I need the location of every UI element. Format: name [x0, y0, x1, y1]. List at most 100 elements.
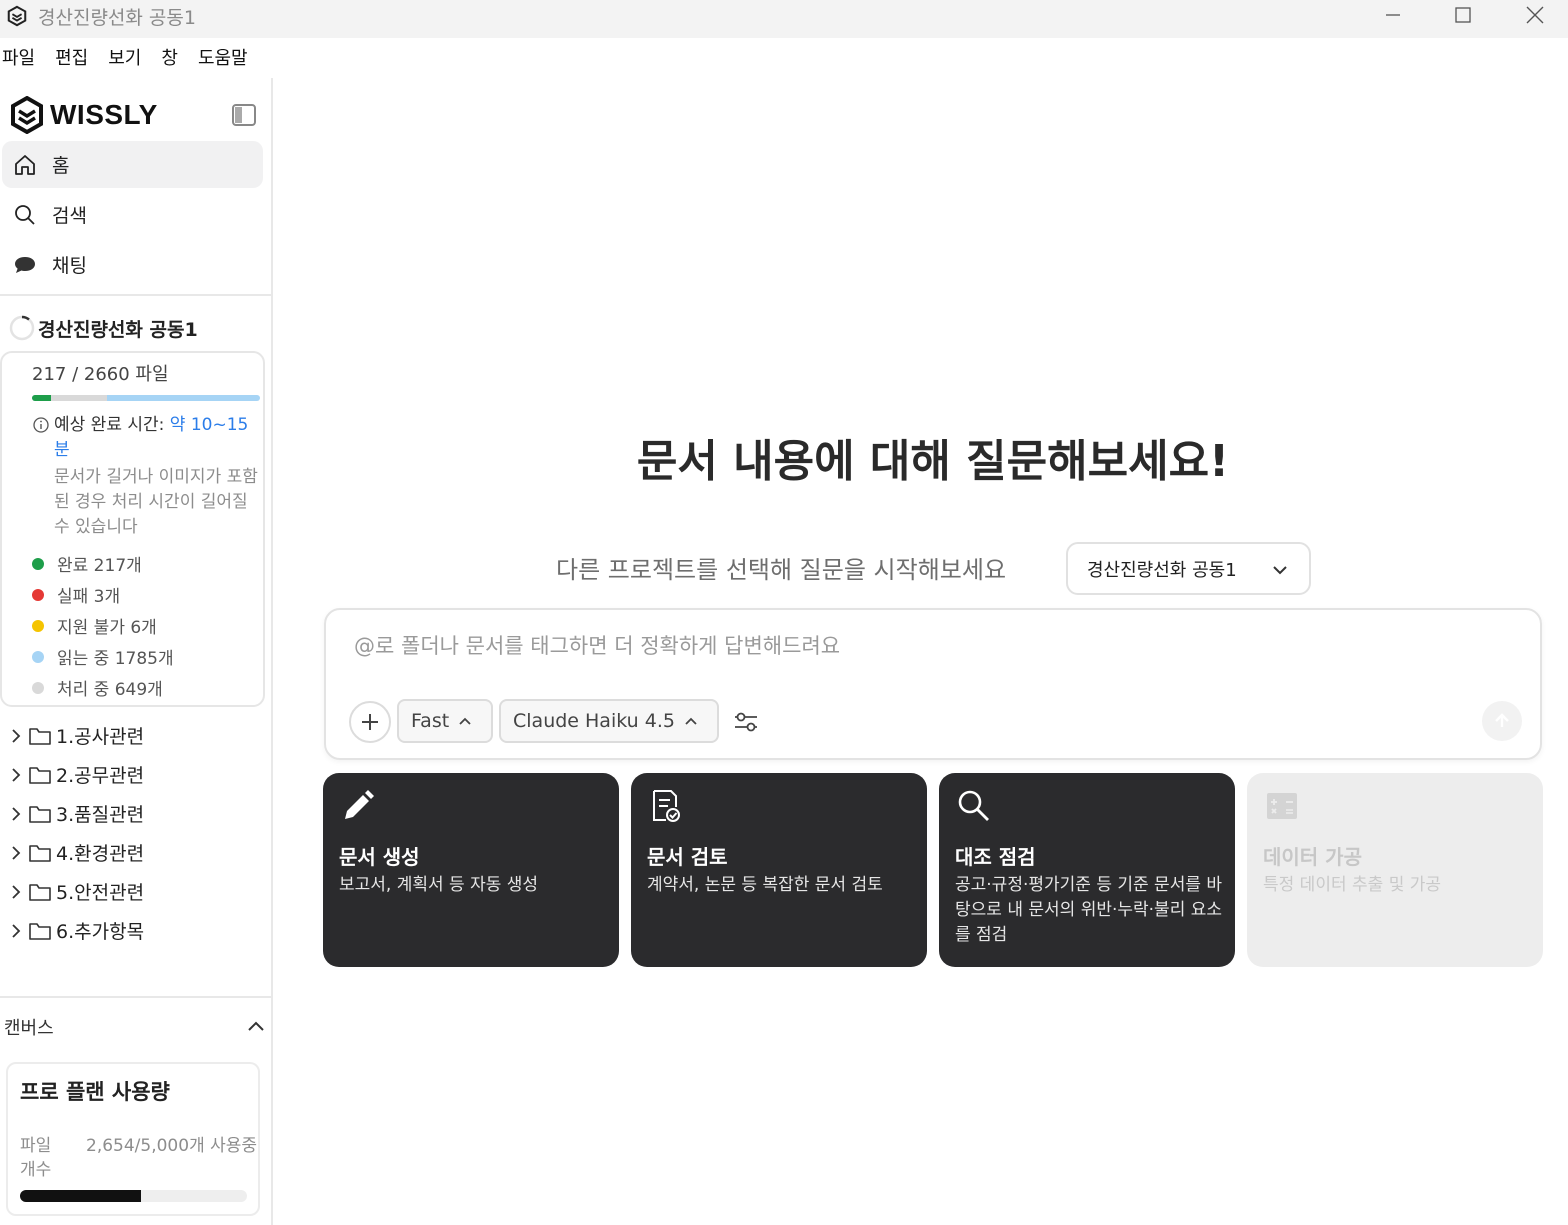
close-button[interactable] [1500, 0, 1568, 30]
project-name: 경산진량선화 공동1 [38, 318, 198, 341]
folder-label: 6.추가항목 [56, 921, 145, 943]
sidebar-divider [0, 996, 271, 998]
card-title: 문서 생성 [339, 845, 420, 869]
chevron-right-icon[interactable] [8, 883, 24, 901]
loading-spinner-icon [9, 315, 35, 341]
brand-name: WISSLY [50, 99, 158, 130]
menu-window[interactable]: 창 [159, 42, 188, 74]
canvas-section-header[interactable]: 캔버스 [4, 1014, 266, 1040]
menu-file[interactable]: 파일 [0, 42, 45, 74]
sidebar-item-search[interactable]: 검색 [2, 191, 263, 238]
legend-label: 실패 3개 [57, 587, 121, 607]
folder-icon [29, 766, 51, 784]
chevron-right-icon[interactable] [8, 766, 24, 784]
card-desc: 보고서, 계획서 등 자동 생성 [339, 875, 539, 895]
chevron-up-icon [459, 717, 471, 725]
status-dot [32, 650, 44, 663]
folder-icon [29, 727, 51, 745]
project-header[interactable]: 경산진량선화 공동1 [8, 314, 198, 342]
folder-label: 5.안전관련 [56, 882, 145, 904]
file-count: 217 / 2660 파일 [32, 364, 169, 385]
progress-done-segment [32, 395, 51, 401]
folder-item[interactable]: 1.공사관련 [8, 716, 144, 755]
sliders-icon[interactable] [732, 708, 760, 736]
send-button[interactable] [1482, 701, 1522, 741]
brand-logo[interactable]: WISSLY [10, 96, 158, 134]
maximize-icon [1455, 7, 1471, 23]
legend-item: 완료 217개 [32, 548, 174, 579]
chevron-right-icon[interactable] [8, 727, 24, 745]
mode-select[interactable]: Fast [397, 699, 493, 743]
folder-item[interactable]: 4.환경관련 [8, 833, 144, 872]
folder-icon [29, 922, 51, 940]
card-desc: 계약서, 논문 등 복잡한 문서 검토 [647, 875, 883, 895]
folder-icon [29, 883, 51, 901]
model-select[interactable]: Claude Haiku 4.5 [499, 699, 719, 743]
home-icon [12, 152, 38, 178]
minimize-button[interactable] [1358, 0, 1428, 30]
plan-usage-bar [20, 1190, 247, 1202]
search-icon [12, 202, 38, 228]
project-selector[interactable]: 경산진량선화 공동1 [1066, 542, 1311, 595]
menu-help[interactable]: 도움말 [196, 42, 258, 74]
folder-item[interactable]: 3.품질관련 [8, 794, 144, 833]
plan-usage-fill [20, 1190, 141, 1202]
sidebar-item-home[interactable]: 홈 [2, 141, 263, 188]
legend-item: 읽는 중 1785개 [32, 641, 174, 672]
plan-usage-value: 2,654/5,000개 사용중 [86, 1136, 258, 1156]
chevron-up-icon[interactable] [246, 1017, 266, 1037]
menu-view[interactable]: 보기 [106, 42, 151, 74]
sidebar-item-label: 채팅 [52, 255, 87, 277]
maximize-button[interactable] [1428, 0, 1498, 30]
folder-label: 4.환경관련 [56, 843, 145, 865]
page-heading: 문서 내용에 대해 질문해보세요! [636, 436, 1230, 487]
progress-pending-segment [50, 395, 107, 401]
legend-item: 실패 3개 [32, 579, 174, 610]
sidebar-nav: 홈 검색 채팅 [2, 141, 263, 291]
app-logo-icon [7, 5, 27, 27]
sidebar-item-label: 홈 [52, 155, 70, 177]
project-selector-value: 경산진량선화 공동1 [1087, 559, 1237, 581]
menu-edit[interactable]: 편집 [53, 42, 98, 74]
chevron-right-icon[interactable] [8, 922, 24, 940]
chevron-up-icon [685, 717, 697, 725]
status-dot [32, 681, 44, 694]
add-attachment-button[interactable] [349, 701, 391, 743]
sidebar-toggle-icon[interactable] [231, 102, 257, 128]
feature-card-compare[interactable]: 대조 점검 공고·규정·평가기준 등 기준 문서를 바탕으로 내 문서의 위반·… [939, 773, 1235, 967]
chevron-right-icon[interactable] [8, 844, 24, 862]
plus-icon [362, 714, 378, 730]
legend-item: 처리 중 649개 [32, 672, 174, 703]
eta-block: 예상 완료 시간: 약 10~15분 [32, 413, 262, 463]
sidebar-item-label: 검색 [52, 205, 87, 227]
sidebar-item-chat[interactable]: 채팅 [2, 241, 263, 288]
feature-card-generate[interactable]: 문서 생성 보고서, 계획서 등 자동 생성 [323, 773, 619, 967]
wissly-logo-icon [11, 96, 43, 134]
folder-label: 3.품질관련 [56, 804, 145, 826]
pencil-icon [345, 790, 374, 819]
indexing-status-card: 217 / 2660 파일 예상 완료 시간: 약 10~15분 문서가 길거나… [0, 351, 265, 707]
menu-bar: 파일 편집 보기 창 도움말 [0, 42, 266, 74]
folder-label: 2.공무관련 [56, 765, 145, 787]
sidebar-divider [0, 294, 271, 296]
plan-usage-card: 프로 플랜 사용량 파일 개수 2,654/5,000개 사용중 [6, 1062, 260, 1216]
feature-card-review[interactable]: 문서 검토 계약서, 논문 등 복잡한 문서 검토 [631, 773, 927, 967]
folder-label: 1.공사관련 [56, 726, 145, 748]
eta-label: 예상 완료 시간: [54, 415, 165, 435]
card-desc: 특정 데이터 추출 및 가공 [1263, 875, 1442, 895]
folder-tree: 1.공사관련 2.공무관련 3.품질관련 4.환경관련 5.안전관련 6.추가항… [8, 716, 144, 950]
arrow-up-icon [1495, 713, 1509, 727]
folder-item[interactable]: 6.추가항목 [8, 911, 144, 950]
chat-bubble-icon [12, 252, 38, 278]
info-icon [33, 417, 49, 433]
folder-item[interactable]: 2.공무관련 [8, 755, 144, 794]
chevron-down-icon [1273, 566, 1287, 575]
chat-input[interactable] [354, 634, 1454, 658]
card-title: 데이터 가공 [1263, 845, 1362, 869]
feature-card-data: 데이터 가공 특정 데이터 추출 및 가공 [1247, 773, 1543, 967]
folder-item[interactable]: 5.안전관련 [8, 872, 144, 911]
chevron-right-icon[interactable] [8, 805, 24, 823]
legend-item: 지원 불가 6개 [32, 610, 174, 641]
card-desc: 공고·규정·평가기준 등 기준 문서를 바탕으로 내 문서의 위반·누락·불리 … [955, 875, 1223, 945]
legend-label: 지원 불가 6개 [57, 618, 157, 638]
